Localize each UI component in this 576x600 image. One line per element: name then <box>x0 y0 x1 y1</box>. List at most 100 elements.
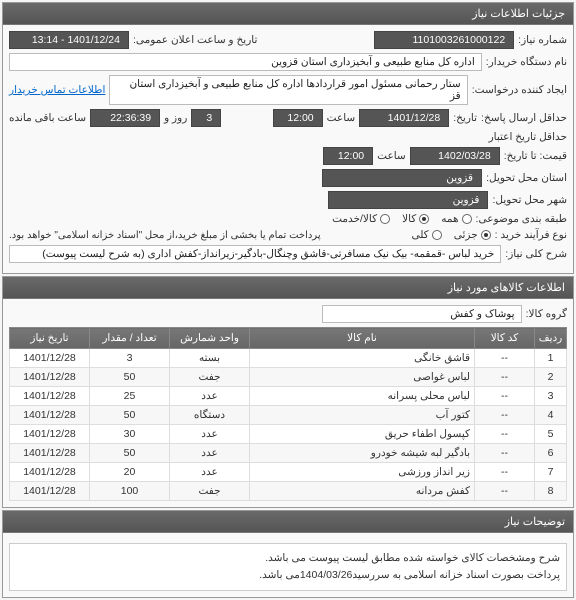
cell-qty: 30 <box>90 425 170 444</box>
cell-unit: عدد <box>170 425 250 444</box>
buy-type-radios: جزئی کلی <box>411 229 490 241</box>
cell-qty: 3 <box>90 349 170 368</box>
cell-n: 8 <box>535 482 567 501</box>
subject-class-label: طبقه بندی موضوعی: <box>476 213 567 225</box>
goods-info-panel: اطلاعات کالاهای مورد نیاز گروه کالا: پوش… <box>2 276 574 508</box>
th-qty: تعداد / مقدار <box>90 328 170 349</box>
city-label: شهر محل تحویل: <box>492 194 567 206</box>
cell-date: 1401/12/28 <box>10 444 90 463</box>
cell-qty: 100 <box>90 482 170 501</box>
buy-type-label: نوع فرآیند خرید : <box>495 229 567 241</box>
send-time-label: ساعت <box>327 112 356 124</box>
cell-code: -- <box>475 406 535 425</box>
table-row[interactable]: 3--لباس محلی پسرانهعدد251401/12/28 <box>10 387 567 406</box>
radio-total-label: کلی <box>411 229 428 241</box>
province-field: قزوین <box>322 169 482 187</box>
radio-goods[interactable]: کالا <box>402 213 429 225</box>
table-row[interactable]: 1--قاشق خانگیبسته31401/12/28 <box>10 349 567 368</box>
cell-name: قاشق خانگی <box>250 349 475 368</box>
cell-unit: جفت <box>170 368 250 387</box>
cell-date: 1401/12/28 <box>10 349 90 368</box>
city-field: قزوین <box>328 191 488 209</box>
panel-header-2: اطلاعات کالاهای مورد نیاز <box>3 277 573 299</box>
cell-date: 1401/12/28 <box>10 463 90 482</box>
table-row[interactable]: 7--زیر انداز ورزشیعدد201401/12/28 <box>10 463 567 482</box>
radio-all[interactable]: همه <box>441 213 471 225</box>
cell-name: کتور آب <box>250 406 475 425</box>
group-label: گروه کالا: <box>526 308 567 320</box>
note-box: شرح ومشخصات کالای خواسته شده مطابق لیست … <box>9 543 567 591</box>
buyer-contact-link[interactable]: اطلاعات تماس خریدار <box>9 84 105 96</box>
table-row[interactable]: 2--لباس غواصیجفت501401/12/28 <box>10 368 567 387</box>
until-label-1: تاریخ: <box>453 112 477 124</box>
cell-qty: 25 <box>90 387 170 406</box>
table-header-row: ردیف کد کالا نام کالا واحد شمارش تعداد /… <box>10 328 567 349</box>
province-label: استان محل تحویل: <box>486 172 567 184</box>
cell-qty: 20 <box>90 463 170 482</box>
cell-qty: 50 <box>90 368 170 387</box>
cell-n: 4 <box>535 406 567 425</box>
cell-unit: عدد <box>170 463 250 482</box>
cell-n: 3 <box>535 387 567 406</box>
radio-partial-label: جزئی <box>454 229 478 241</box>
cell-date: 1401/12/28 <box>10 406 90 425</box>
cell-code: -- <box>475 463 535 482</box>
th-row: ردیف <box>535 328 567 349</box>
cell-name: کپسول اطفاء حریق <box>250 425 475 444</box>
group-field: پوشاک و کفش <box>322 305 522 323</box>
radio-partial[interactable]: جزئی <box>454 229 491 241</box>
cell-n: 5 <box>535 425 567 444</box>
creator-label: ایجاد کننده درخواست: <box>472 84 567 96</box>
cell-n: 6 <box>535 444 567 463</box>
cell-name: کفش مردانه <box>250 482 475 501</box>
panel-body-3: شرح ومشخصات کالای خواسته شده مطابق لیست … <box>3 533 573 597</box>
desc-field: خرید لباس -قمقمه- بیک نیک مسافرتی-قاشق و… <box>9 245 501 263</box>
cell-unit: عدد <box>170 444 250 463</box>
day-label: روز و <box>164 112 187 124</box>
table-row[interactable]: 8--کفش مردانهجفت1001401/12/28 <box>10 482 567 501</box>
need-number-label: شماره نیاز: <box>518 34 567 46</box>
send-deadline-label: حداقل ارسال پاسخ: <box>481 112 567 124</box>
cell-code: -- <box>475 444 535 463</box>
cell-unit: عدد <box>170 387 250 406</box>
th-name: نام کالا <box>250 328 475 349</box>
creator-field: ستار رحمانی مسئول امور قراردادها اداره ک… <box>109 75 467 105</box>
cell-name: لباس محلی پسرانه <box>250 387 475 406</box>
cell-unit: جفت <box>170 482 250 501</box>
credit-time-field: 12:00 <box>323 147 373 165</box>
th-date: تاریخ نیاز <box>10 328 90 349</box>
credit-deadline-label: حداقل تاریخ اعتبار <box>489 131 567 143</box>
table-row[interactable]: 6--بادگیر لبه شیشه خودروعدد501401/12/28 <box>10 444 567 463</box>
cell-code: -- <box>475 368 535 387</box>
cell-date: 1401/12/28 <box>10 482 90 501</box>
note-line-1: شرح ومشخصات کالای خواسته شده مطابق لیست … <box>16 550 560 567</box>
radio-service[interactable]: کالا/خدمت <box>332 213 390 225</box>
need-notes-panel: توضیحات نیاز شرح ومشخصات کالای خواسته شد… <box>2 510 574 598</box>
th-unit: واحد شمارش <box>170 328 250 349</box>
cell-date: 1401/12/28 <box>10 387 90 406</box>
radio-total[interactable]: کلی <box>411 229 441 241</box>
cell-code: -- <box>475 482 535 501</box>
price-until-label: قیمت: تا تاریخ: <box>504 150 567 162</box>
cell-unit: بسته <box>170 349 250 368</box>
radio-goods-label: کالا <box>402 213 416 225</box>
panel-body-2: گروه کالا: پوشاک و کفش ردیف کد کالا نام … <box>3 299 573 507</box>
send-deadline-date: 1401/12/28 <box>359 109 449 127</box>
table-row[interactable]: 4--کتور آبدستگاه501401/12/28 <box>10 406 567 425</box>
send-time-field: 12:00 <box>273 109 323 127</box>
cell-code: -- <box>475 425 535 444</box>
cell-n: 7 <box>535 463 567 482</box>
table-row[interactable]: 5--کپسول اطفاء حریقعدد301401/12/28 <box>10 425 567 444</box>
buyer-device-field: اداره کل منابع طبیعی و آبخیزداری استان ق… <box>9 53 482 71</box>
subject-class-radios: همه کالا کالا/خدمت <box>332 213 471 225</box>
cell-name: زیر انداز ورزشی <box>250 463 475 482</box>
cell-date: 1401/12/28 <box>10 368 90 387</box>
desc-label: شرح کلی نیاز: <box>505 248 567 260</box>
cell-n: 2 <box>535 368 567 387</box>
goods-table: ردیف کد کالا نام کالا واحد شمارش تعداد /… <box>9 327 567 501</box>
radio-all-label: همه <box>441 213 458 225</box>
cell-code: -- <box>475 349 535 368</box>
cell-name: بادگیر لبه شیشه خودرو <box>250 444 475 463</box>
announce-datetime-label: تاریخ و ساعت اعلان عمومی: <box>133 34 257 46</box>
panel-header-1: جزئیات اطلاعات نیاز <box>3 3 573 25</box>
